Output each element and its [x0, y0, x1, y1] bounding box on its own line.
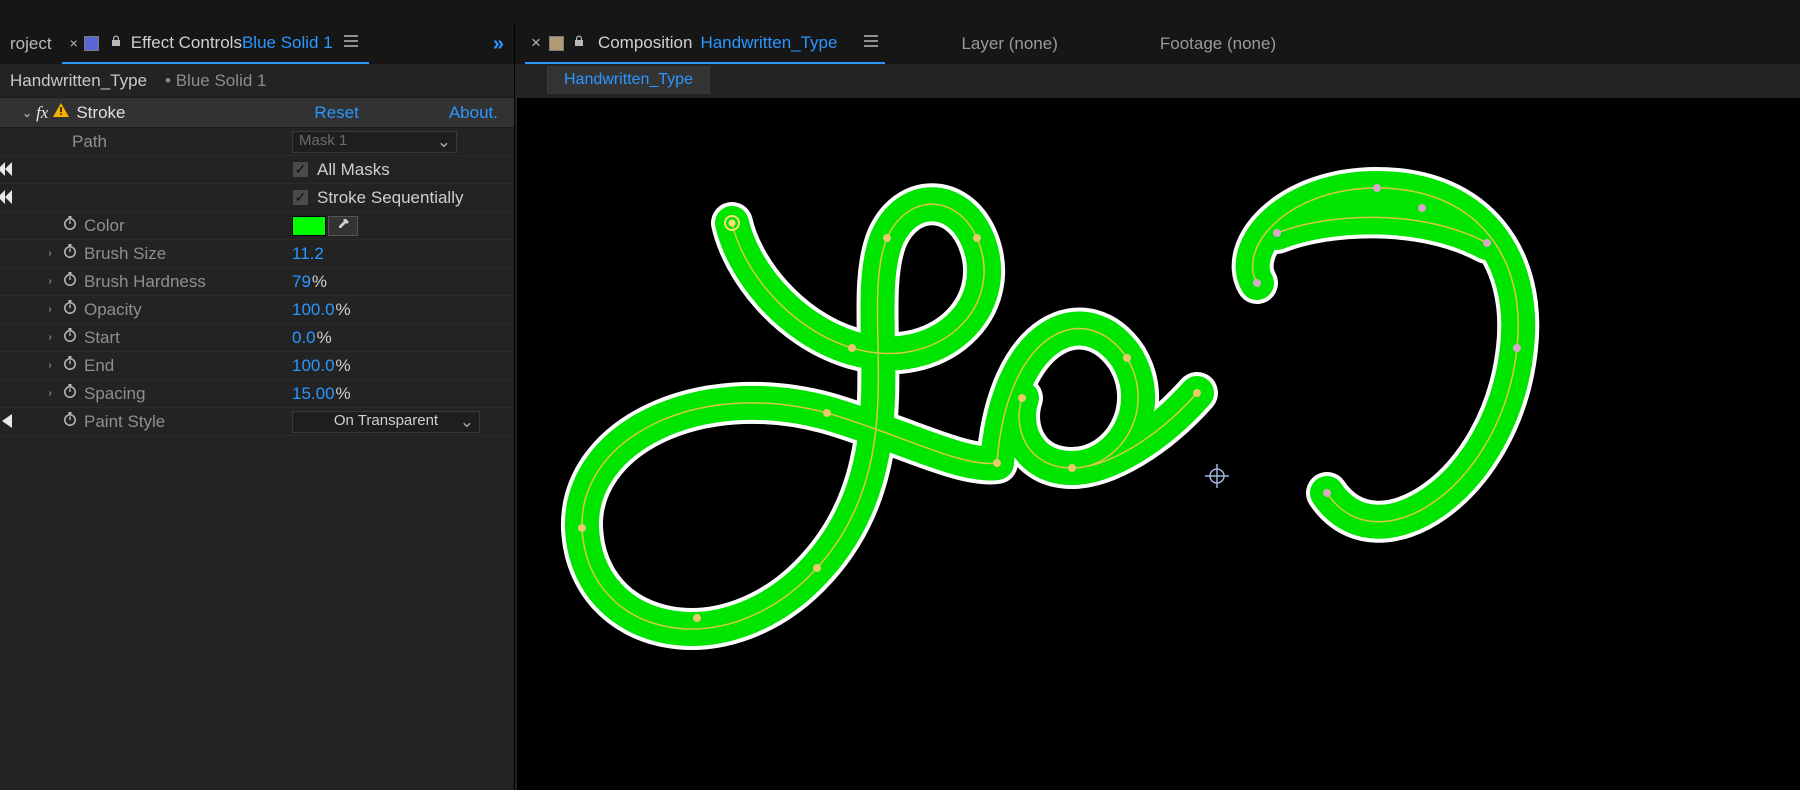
- prop-label-opacity: Opacity: [84, 300, 142, 320]
- tab-layer-label: Layer (none): [961, 34, 1057, 54]
- effect-breadcrumb: Handwritten_Type • Blue Solid 1: [0, 64, 514, 98]
- effect-name: Stroke: [76, 103, 125, 123]
- prop-row-all-masks: ✓ All Masks: [0, 156, 514, 184]
- prop-row-paint-style: Paint Style On Transparent: [0, 408, 514, 436]
- panel-menu-icon[interactable]: [343, 33, 359, 53]
- tab-effect-controls-layer: Blue Solid 1: [242, 33, 333, 53]
- tab-composition-name: Handwritten_Type: [700, 33, 837, 53]
- left-tabbar: roject × Effect Controls Blue Solid 1 »: [0, 24, 514, 64]
- prop-label-end: End: [84, 356, 114, 376]
- prop-row-brush-hardness: › Brush Hardness 79%: [0, 268, 514, 296]
- composition-panel: × Composition Handwritten_Type Layer (no…: [515, 24, 1800, 790]
- prop-label-color: Color: [84, 216, 125, 236]
- breadcrumb-comp[interactable]: Handwritten_Type: [6, 71, 151, 91]
- prop-row-spacing: › Spacing 15.00%: [0, 380, 514, 408]
- composition-viewport[interactable]: [517, 98, 1800, 790]
- prop-label-brush-hardness: Brush Hardness: [84, 272, 206, 292]
- eyedropper-button[interactable]: [328, 216, 358, 236]
- lock-icon[interactable]: [572, 33, 586, 53]
- panel-menu-icon[interactable]: [863, 33, 879, 53]
- effect-controls-panel: roject × Effect Controls Blue Solid 1 » …: [0, 24, 515, 790]
- prop-row-brush-size: › Brush Size 11.2: [0, 240, 514, 268]
- prop-label-start: Start: [84, 328, 120, 348]
- chevron-right-icon[interactable]: ›: [44, 276, 56, 287]
- tab-footage-label: Footage (none): [1160, 34, 1276, 54]
- tab-composition-prefix: Composition: [598, 33, 693, 53]
- prop-label-paint-style: Paint Style: [84, 412, 165, 432]
- right-tabbar: × Composition Handwritten_Type Layer (no…: [515, 24, 1800, 64]
- prop-row-color: Color: [0, 212, 514, 240]
- path-dropdown[interactable]: Mask 1: [292, 131, 457, 153]
- chevron-right-icon[interactable]: ›: [44, 360, 56, 371]
- prop-row-end: › End 100.0%: [0, 352, 514, 380]
- canvas-art: [517, 98, 1577, 758]
- end-value[interactable]: 100.0: [292, 356, 335, 376]
- chevron-right-icon[interactable]: ›: [44, 248, 56, 259]
- close-icon[interactable]: ×: [531, 33, 541, 53]
- color-swatch[interactable]: [292, 216, 326, 236]
- prop-row-opacity: › Opacity 100.0%: [0, 296, 514, 324]
- workspace: roject × Effect Controls Blue Solid 1 » …: [0, 24, 1800, 790]
- keyframe-nav-icon[interactable]: [0, 414, 12, 428]
- stopwatch-icon[interactable]: [62, 243, 78, 264]
- all-masks-checkbox[interactable]: ✓: [292, 161, 309, 178]
- tab-effect-controls-prefix: Effect Controls: [131, 33, 242, 53]
- chevron-down-icon[interactable]: ⌄: [22, 106, 32, 120]
- start-value[interactable]: 0.0: [292, 328, 316, 348]
- layer-color-swatch: [84, 36, 99, 51]
- comp-breadcrumb-chip[interactable]: Handwritten_Type: [547, 66, 710, 94]
- brush-hardness-value[interactable]: 79: [292, 272, 311, 292]
- warning-icon: [52, 102, 70, 123]
- about-link[interactable]: About.: [449, 103, 498, 123]
- keyframe-nav-icon[interactable]: [0, 190, 12, 204]
- stopwatch-icon[interactable]: [62, 271, 78, 292]
- stroke-seq-checkbox[interactable]: ✓: [292, 189, 309, 206]
- app-topbar: [0, 0, 1800, 24]
- opacity-value[interactable]: 100.0: [292, 300, 335, 320]
- comp-breadcrumb: Handwritten_Type: [515, 64, 1800, 96]
- tab-composition[interactable]: × Composition Handwritten_Type: [525, 24, 885, 64]
- stopwatch-icon[interactable]: [62, 299, 78, 320]
- overflow-icon[interactable]: »: [493, 33, 514, 56]
- chevron-right-icon[interactable]: ›: [44, 388, 56, 399]
- brush-size-value[interactable]: 11.2: [292, 244, 324, 264]
- tab-project-label: roject: [10, 34, 52, 54]
- stroke-seq-label: Stroke Sequentially: [317, 188, 463, 208]
- chevron-right-icon[interactable]: ›: [44, 332, 56, 343]
- stopwatch-icon[interactable]: [62, 327, 78, 348]
- stopwatch-icon[interactable]: [62, 215, 78, 236]
- prop-row-path: Path Mask 1: [0, 128, 514, 156]
- tab-footage[interactable]: Footage (none): [1154, 24, 1282, 64]
- effect-header[interactable]: ⌄ fx Stroke Reset About.: [0, 98, 514, 128]
- anchor-point-icon: [1205, 464, 1229, 488]
- close-icon[interactable]: ×: [70, 35, 78, 51]
- tab-project[interactable]: roject: [0, 24, 62, 64]
- breadcrumb-layer: • Blue Solid 1: [165, 71, 266, 91]
- prop-row-start: › Start 0.0%: [0, 324, 514, 352]
- tab-effect-controls[interactable]: × Effect Controls Blue Solid 1: [62, 24, 369, 64]
- prop-label-path: Path: [72, 132, 107, 152]
- paint-style-dropdown[interactable]: On Transparent: [292, 411, 480, 433]
- chevron-right-icon[interactable]: ›: [44, 304, 56, 315]
- fx-icon[interactable]: fx: [36, 103, 48, 123]
- comp-color-swatch: [549, 36, 564, 51]
- stopwatch-icon[interactable]: [62, 411, 78, 432]
- keyframe-nav-icon[interactable]: [0, 162, 12, 176]
- reset-link[interactable]: Reset: [314, 103, 358, 123]
- tab-layer[interactable]: Layer (none): [955, 24, 1063, 64]
- lock-icon[interactable]: [109, 33, 123, 53]
- prop-label-spacing: Spacing: [84, 384, 145, 404]
- stopwatch-icon[interactable]: [62, 355, 78, 376]
- all-masks-label: All Masks: [317, 160, 390, 180]
- spacing-value[interactable]: 15.00: [292, 384, 335, 404]
- stopwatch-icon[interactable]: [62, 383, 78, 404]
- prop-label-brush-size: Brush Size: [84, 244, 166, 264]
- prop-row-stroke-seq: ✓ Stroke Sequentially: [0, 184, 514, 212]
